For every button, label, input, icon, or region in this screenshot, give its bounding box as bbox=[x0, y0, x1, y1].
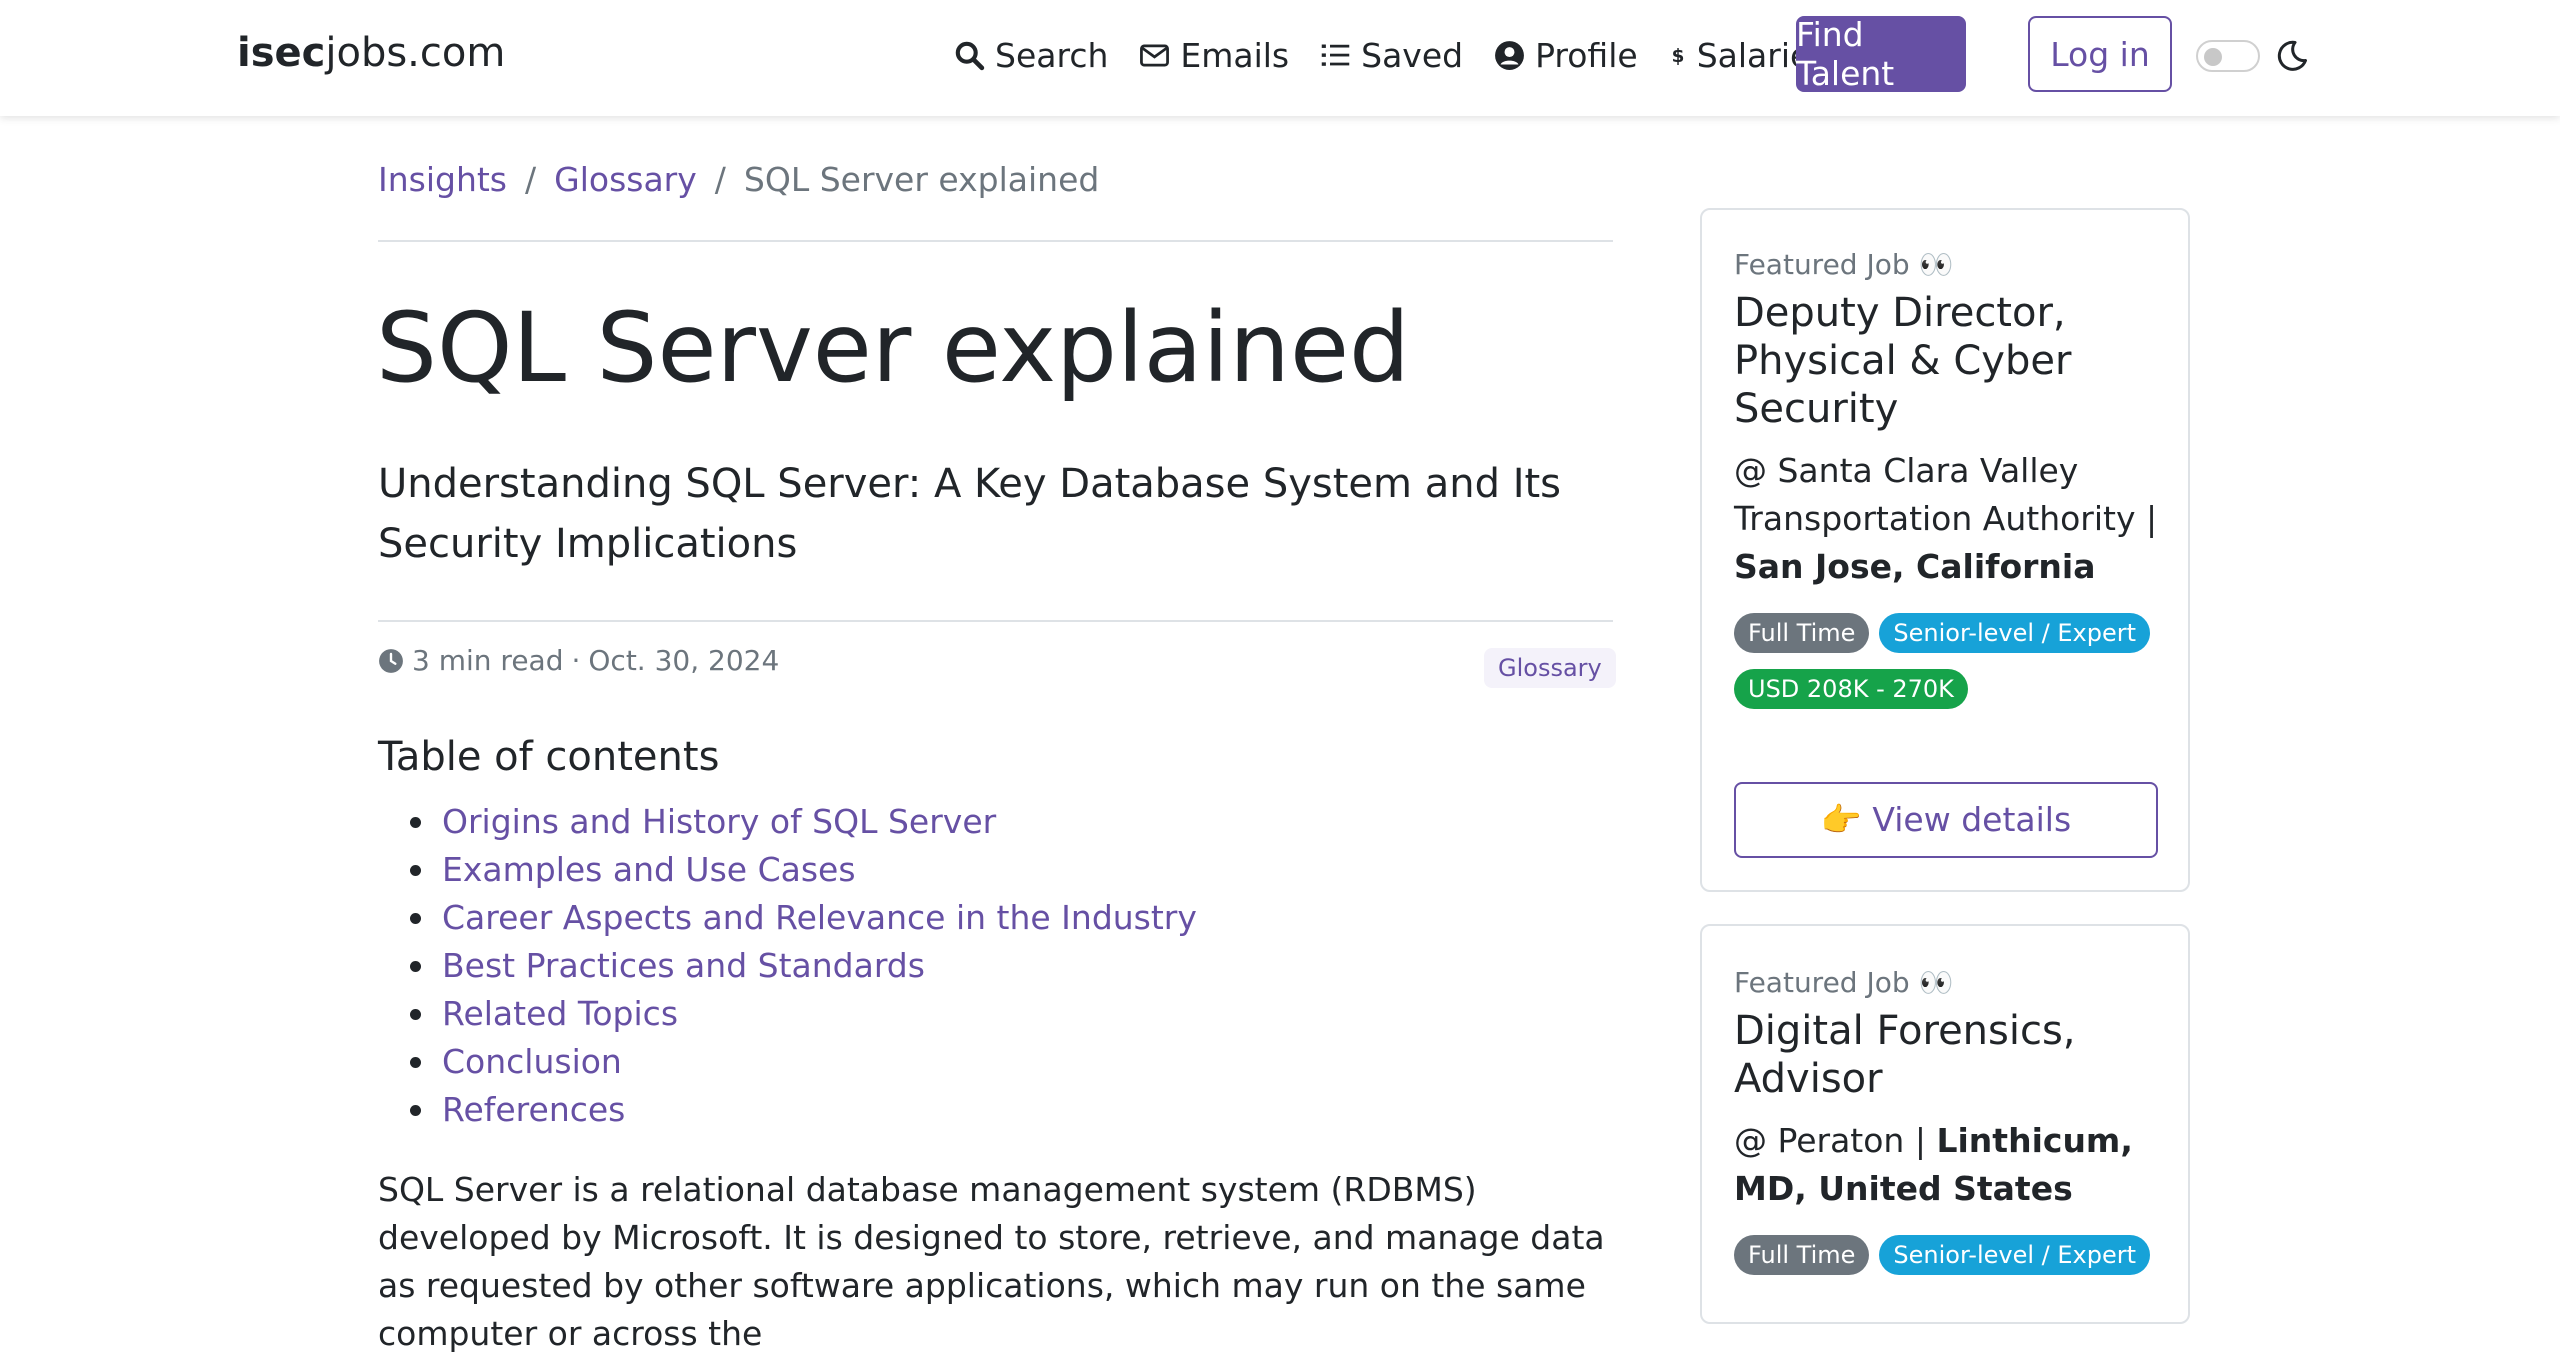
divider bbox=[378, 240, 1613, 242]
article-meta: 3 min read · Oct. 30, 2024 bbox=[378, 644, 779, 677]
toc-link[interactable]: Conclusion bbox=[378, 1038, 1197, 1086]
article-body: SQL Server is a relational database mana… bbox=[378, 1170, 1605, 1353]
breadcrumb-separator: / bbox=[525, 160, 537, 199]
company-name: @ Santa Clara Valley Transportation Auth… bbox=[1734, 451, 2158, 538]
publish-date: Oct. 30, 2024 bbox=[588, 644, 780, 677]
category-tag[interactable]: Glossary bbox=[1484, 648, 1616, 688]
toc-link[interactable]: References bbox=[378, 1086, 1197, 1134]
meta-dot: · bbox=[571, 644, 581, 677]
featured-job-card: Featured Job 👀 Digital Forensics, Adviso… bbox=[1700, 924, 2190, 1324]
breadcrumb: Insights / Glossary / SQL Server explain… bbox=[378, 160, 1099, 199]
clock-icon bbox=[379, 648, 403, 673]
salary-badge: USD 208K - 270K bbox=[1734, 669, 1968, 709]
page-title: SQL Server explained bbox=[376, 292, 1410, 404]
job-badges: Full Time Senior-level / Expert bbox=[1734, 1235, 2164, 1275]
envelope-icon bbox=[1140, 44, 1170, 66]
breadcrumb-insights[interactable]: Insights bbox=[378, 160, 507, 199]
read-time: 3 min read bbox=[412, 644, 564, 677]
brand-bold: isec bbox=[237, 30, 326, 76]
toc-link[interactable]: Career Aspects and Relevance in the Indu… bbox=[378, 894, 1197, 942]
job-badges: Full Time Senior-level / Expert USD 208K… bbox=[1734, 613, 2164, 709]
job-company: @ Santa Clara Valley Transportation Auth… bbox=[1734, 447, 2164, 591]
divider bbox=[378, 620, 1613, 622]
job-location: San Jose, California bbox=[1734, 547, 2096, 586]
toc-link[interactable]: Related Topics bbox=[378, 990, 1197, 1038]
nav-profile[interactable]: Profile bbox=[1493, 36, 1638, 75]
job-company: @ Peraton | Linthicum, MD, United States bbox=[1734, 1117, 2164, 1213]
nav-emails-label: Emails bbox=[1180, 35, 1290, 75]
table-of-contents: Origins and History of SQL Server Exampl… bbox=[378, 798, 1197, 1134]
breadcrumb-separator: / bbox=[714, 160, 726, 199]
page-subtitle: Understanding SQL Server: A Key Database… bbox=[378, 461, 1562, 567]
nav-saved[interactable]: Saved bbox=[1319, 36, 1463, 75]
job-title[interactable]: Deputy Director, Physical & Cyber Securi… bbox=[1734, 289, 2164, 433]
brand-logo[interactable]: isecjobs.com bbox=[237, 30, 505, 76]
dollar-icon: $ bbox=[1671, 46, 1684, 67]
search-icon bbox=[955, 41, 985, 70]
nav-emails[interactable]: Emails bbox=[1138, 36, 1289, 75]
toc-heading: Table of contents bbox=[378, 734, 720, 780]
nav-search[interactable]: Search bbox=[953, 36, 1108, 75]
level-badge: Senior-level / Expert bbox=[1879, 1235, 2151, 1275]
featured-label: Featured Job 👀 bbox=[1734, 248, 1954, 281]
job-title[interactable]: Digital Forensics, Advisor bbox=[1734, 1007, 2164, 1103]
list-icon bbox=[1321, 44, 1350, 66]
top-navbar: isecjobs.com Search Emails Saved Profile… bbox=[0, 0, 2560, 116]
nav-items: Search Emails Saved Profile $ Salaries bbox=[953, 30, 1827, 80]
company-name: @ Peraton | bbox=[1734, 1121, 1926, 1160]
find-talent-button[interactable]: Find Talent bbox=[1796, 15, 1966, 93]
toc-link[interactable]: Best Practices and Standards bbox=[378, 942, 1197, 990]
nav-profile-label: Profile bbox=[1535, 35, 1638, 75]
featured-job-card: Featured Job 👀 Deputy Director, Physical… bbox=[1700, 208, 2190, 892]
employment-type-badge: Full Time bbox=[1734, 613, 1870, 653]
user-circle-icon bbox=[1495, 40, 1525, 70]
employment-type-badge: Full Time bbox=[1734, 1235, 1870, 1275]
moon-icon[interactable] bbox=[2274, 38, 2310, 74]
nav-saved-label: Saved bbox=[1361, 35, 1464, 75]
toc-link[interactable]: Origins and History of SQL Server bbox=[378, 798, 1197, 846]
breadcrumb-glossary[interactable]: Glossary bbox=[554, 160, 697, 199]
nav-search-label: Search bbox=[995, 35, 1109, 75]
toc-link[interactable]: Examples and Use Cases bbox=[378, 846, 1197, 894]
login-button[interactable]: Log in bbox=[2028, 16, 2172, 92]
breadcrumb-current: SQL Server explained bbox=[743, 160, 1100, 199]
featured-label: Featured Job 👀 bbox=[1734, 966, 1954, 999]
dark-mode-toggle[interactable] bbox=[2196, 40, 2260, 72]
level-badge: Senior-level / Expert bbox=[1879, 613, 2151, 653]
brand-rest: jobs.com bbox=[325, 30, 506, 76]
view-details-button[interactable]: 👉 View details bbox=[1734, 782, 2158, 858]
svg-text:$: $ bbox=[1671, 46, 1684, 67]
